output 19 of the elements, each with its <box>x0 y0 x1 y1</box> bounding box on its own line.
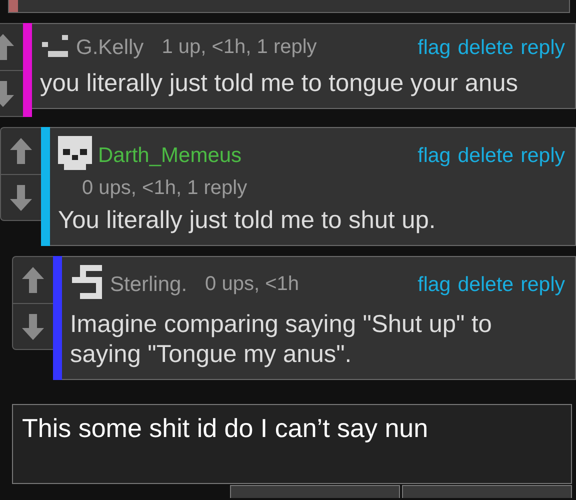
action-link[interactable]: reply <box>520 272 565 297</box>
comment-text: you literally just told me to tongue your anus <box>40 69 520 98</box>
action-link[interactable]: delete <box>458 36 514 60</box>
action-link[interactable]: delete <box>458 272 514 297</box>
comment-meta: 0 ups, <1h <box>205 273 300 296</box>
action-link[interactable]: reply <box>520 36 565 60</box>
action-link[interactable]: delete <box>458 144 514 168</box>
reply-field[interactable]: This some shit id do I can’t say nun <box>12 404 572 484</box>
username[interactable]: Sterling. <box>110 272 188 297</box>
comment-text: You literally just told me to shut up. <box>58 206 437 236</box>
action-link[interactable]: flag <box>418 272 451 297</box>
action-link[interactable]: flag <box>418 36 451 60</box>
username[interactable]: Darth_Memeus <box>98 144 242 168</box>
comment-meta: 0 ups, <1h, 1 reply <box>82 177 248 200</box>
username[interactable]: G.Kelly <box>76 36 144 60</box>
comment-meta: 1 up, <1h, 1 reply <box>162 36 317 59</box>
action-link[interactable]: flag <box>418 144 451 168</box>
comment-text: Imagine comparing saying "Shut up" to saying "Tongue my anus". <box>70 310 493 370</box>
action-link[interactable]: reply <box>520 144 565 168</box>
